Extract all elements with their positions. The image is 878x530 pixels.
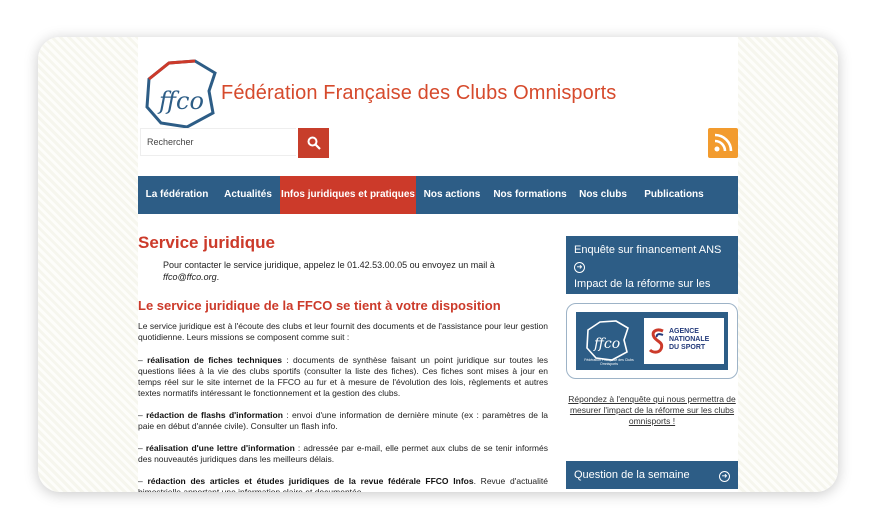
mission-item: – rédaction de flashs d'information : en… xyxy=(138,410,548,432)
intro-paragraph: Le service juridique est à l'écoute des … xyxy=(138,321,548,342)
contact-email-link[interactable]: ffco@ffco.org xyxy=(163,272,217,282)
search-input[interactable]: Rechercher xyxy=(140,128,296,156)
ffco-caption: Fédération Française des Clubs Omnisport… xyxy=(584,358,634,366)
item-heading: rédaction de flashs d'information xyxy=(146,410,283,420)
search-button[interactable] xyxy=(298,128,329,158)
ans-partner-card[interactable]: ffco Fédération Française des Clubs Omni… xyxy=(566,303,738,379)
nav-item-nos-clubs[interactable]: Nos clubs xyxy=(572,176,634,214)
arrow-right-icon: ➜ xyxy=(719,471,730,482)
svg-text:ffco: ffco xyxy=(593,336,620,352)
section-subtitle: Le service juridique de la FFCO se tient… xyxy=(138,298,501,313)
item-dash: – xyxy=(138,355,148,365)
main-content: Service juridique Pour contacter le serv… xyxy=(138,233,548,492)
ffco-logo[interactable]: ffco xyxy=(141,57,219,129)
rss-icon xyxy=(714,133,733,152)
item-heading: réalisation de fiches techniques xyxy=(147,355,282,365)
contact-line: Pour contacter le service juridique, app… xyxy=(163,259,548,283)
survey-link[interactable]: Répondez à l'enquête qui nous permettra … xyxy=(566,394,738,427)
search-icon xyxy=(307,136,321,150)
nav-item-nos-formations[interactable]: Nos formations xyxy=(488,176,572,214)
nav-item-publications[interactable]: Publications xyxy=(634,176,714,214)
logo-text: ffco xyxy=(157,87,204,115)
arrow-right-icon: ➜ xyxy=(574,261,585,273)
contact-suffix: . xyxy=(216,272,220,282)
nav-item-infos-juridiques[interactable]: Infos juridiques et pratiques xyxy=(280,176,416,214)
ans-name: AGENCE NATIONALE DU SPORT xyxy=(669,328,709,352)
rss-button[interactable] xyxy=(708,128,738,158)
ans-banner-image: ffco Fédération Française des Clubs Omni… xyxy=(576,312,728,370)
ans-line: NATIONALE xyxy=(669,336,710,343)
mission-item: – réalisation d'une lettre d'information… xyxy=(138,443,548,465)
enquete-title: Enquête sur financement ANS xyxy=(574,244,722,256)
item-dash: – xyxy=(138,410,147,420)
page: ffco Fédération Française des Clubs Omni… xyxy=(138,37,738,492)
ans-line: AGENCE xyxy=(669,328,699,335)
ans-line: DU SPORT xyxy=(669,344,706,351)
item-heading: rédaction des articles et études juridiq… xyxy=(147,476,474,486)
question-title: Question de la semaine xyxy=(574,469,690,481)
main-nav: La fédération Actualités Infos juridique… xyxy=(138,176,738,214)
mission-item: – rédaction des articles et études jurid… xyxy=(138,476,548,492)
mission-item: – réalisation de fiches techniques : doc… xyxy=(138,355,548,399)
site-title[interactable]: Fédération Française des Clubs Omnisport… xyxy=(221,82,616,105)
nav-item-actualites[interactable]: Actualités xyxy=(216,176,280,214)
enquete-banner[interactable]: Enquête sur financement ANS ➜ Impact de … xyxy=(566,236,738,307)
question-banner[interactable]: Question de la semaine ➜ xyxy=(566,461,738,489)
ans-logo: AGENCE NATIONALE DU SPORT xyxy=(644,318,724,364)
ans-s-icon xyxy=(648,328,664,354)
item-heading: réalisation d'une lettre d'information xyxy=(145,443,295,453)
nav-item-federation[interactable]: La fédération xyxy=(138,176,216,214)
nav-item-nos-actions[interactable]: Nos actions xyxy=(416,176,488,214)
item-dash: – xyxy=(138,443,146,453)
page-title: Service juridique xyxy=(138,233,275,252)
contact-prefix: Pour contacter le service juridique, app… xyxy=(163,260,495,270)
browser-frame: ffco Fédération Française des Clubs Omni… xyxy=(38,37,838,492)
